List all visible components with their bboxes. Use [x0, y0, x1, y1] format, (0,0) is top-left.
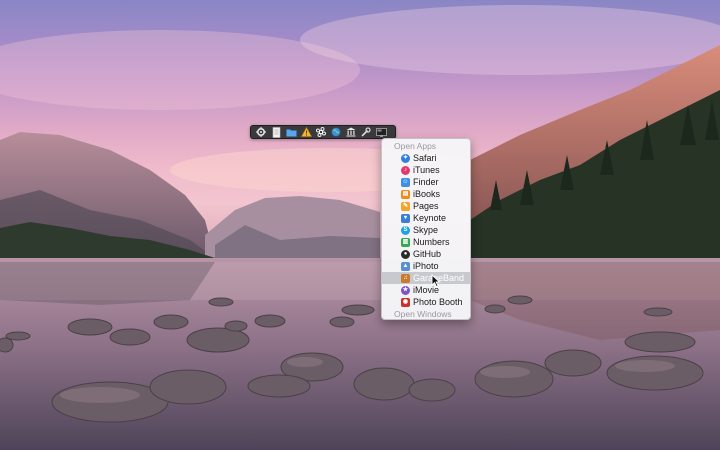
menu-item-label: Keynote: [413, 213, 447, 223]
menu-item-label: GitHub: [413, 249, 442, 259]
open-apps-header: Open Apps: [394, 141, 437, 151]
numbers-icon: ▥: [401, 238, 410, 247]
menu-item-label: iBooks: [413, 189, 441, 199]
wrench-icon[interactable]: [359, 126, 373, 138]
iphoto-icon: ▲: [401, 262, 410, 271]
open-apps-menu: Open Apps ✦ Safari ♪ iTunes ☺ Finder ▤ i…: [381, 138, 471, 320]
menu-item-label: Pages: [413, 201, 439, 211]
menu-item-itunes[interactable]: ♪ iTunes: [382, 164, 470, 176]
globe-icon[interactable]: [329, 126, 343, 138]
mouse-cursor-icon: [431, 274, 441, 288]
keynote-icon: ▾: [401, 214, 410, 223]
menu-item-skype[interactable]: S Skype: [382, 224, 470, 236]
menu-item-keynote[interactable]: ▾ Keynote: [382, 212, 470, 224]
menu-item-label: Safari: [413, 153, 437, 163]
ibooks-icon: ▤: [401, 190, 410, 199]
menu-item-label: Finder: [413, 177, 439, 187]
menu-item-label: Skype: [413, 225, 439, 235]
screen-icon[interactable]: [374, 126, 388, 138]
skype-icon: S: [401, 226, 410, 235]
menu-item-finder[interactable]: ☺ Finder: [382, 176, 470, 188]
open-windows-header: Open Windows: [394, 309, 452, 319]
bank-icon[interactable]: [344, 126, 358, 138]
desktop: [0, 0, 720, 450]
menu-item-imovie[interactable]: ★ iMovie: [382, 284, 470, 296]
menu-item-github[interactable]: ● GitHub: [382, 248, 470, 260]
command-icon[interactable]: [314, 126, 328, 138]
wallpaper: [0, 5, 720, 450]
menu-item-label: Numbers: [413, 237, 450, 247]
warning-icon[interactable]: [299, 126, 313, 138]
menu-item-numbers[interactable]: ▥ Numbers: [382, 236, 470, 248]
menu-item-pages[interactable]: ✎ Pages: [382, 200, 470, 212]
menu-item-label: iTunes: [413, 165, 440, 175]
itunes-icon: ♪: [401, 166, 410, 175]
github-icon: ●: [401, 250, 410, 259]
menu-item-safari[interactable]: ✦ Safari: [382, 152, 470, 164]
menu-item-garageband[interactable]: ♫ GarageBand: [382, 272, 470, 284]
folder-icon[interactable]: [284, 126, 298, 138]
safari-icon: ✦: [401, 154, 410, 163]
menu-item-label: iPhoto: [413, 261, 439, 271]
garageband-icon: ♫: [401, 274, 410, 283]
menu-item-ibooks[interactable]: ▤ iBooks: [382, 188, 470, 200]
document-icon[interactable]: [269, 126, 283, 138]
menu-item-label: Photo Booth: [413, 297, 463, 307]
imovie-icon: ★: [401, 286, 410, 295]
gear-icon[interactable]: [254, 126, 268, 138]
quick-toolbar: [250, 125, 396, 139]
finder-icon: ☺: [401, 178, 410, 187]
photobooth-icon: ◉: [401, 298, 410, 307]
menu-item-iphoto[interactable]: ▲ iPhoto: [382, 260, 470, 272]
menu-item-photo-booth[interactable]: ◉ Photo Booth: [382, 296, 470, 308]
pages-icon: ✎: [401, 202, 410, 211]
